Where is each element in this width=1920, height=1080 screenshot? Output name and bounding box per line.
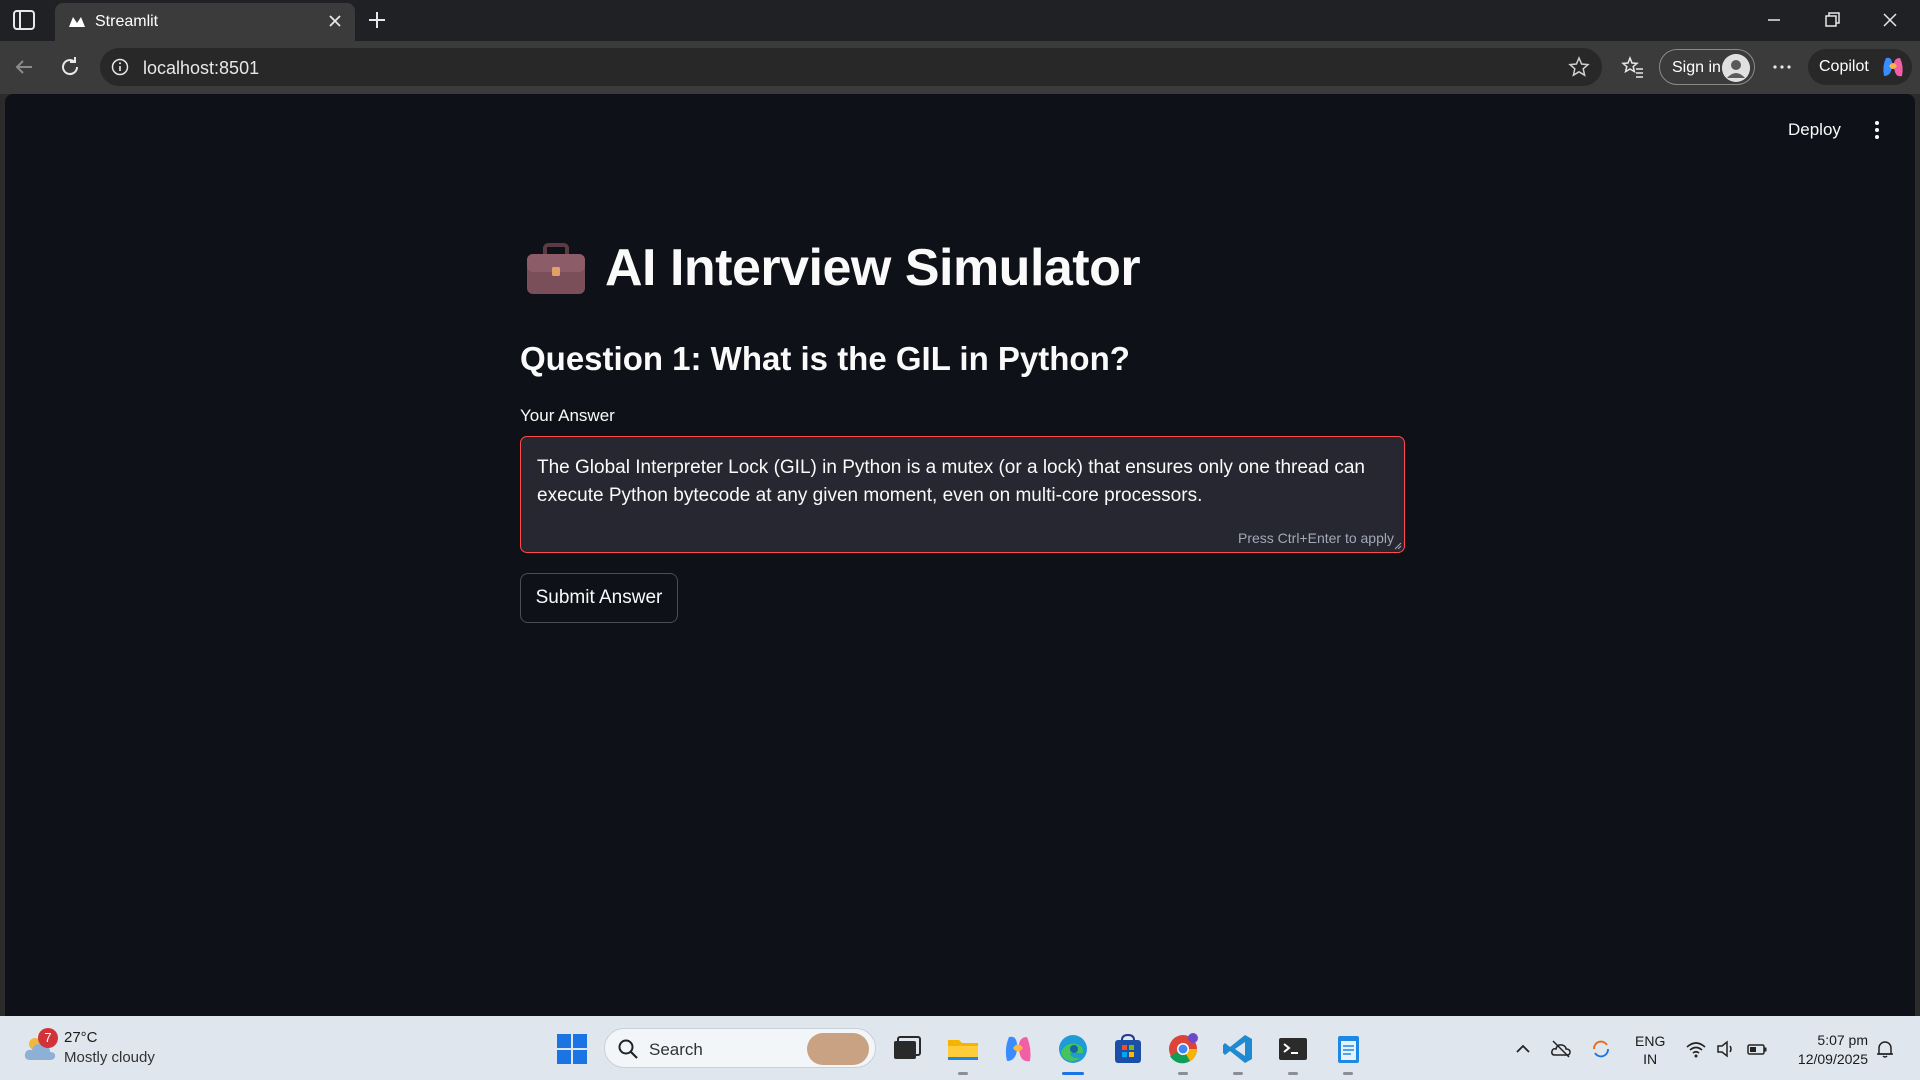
- more-options-icon[interactable]: [1770, 55, 1794, 79]
- favorites-icon[interactable]: [1621, 55, 1645, 79]
- weather-description: Mostly cloudy: [64, 1049, 155, 1066]
- briefcase-icon: [527, 243, 585, 294]
- answer-text: The Global Interpreter Lock (GIL) in Pyt…: [537, 457, 1365, 506]
- site-info-icon[interactable]: [111, 58, 129, 76]
- edge-browser-icon[interactable]: [1056, 1032, 1090, 1066]
- sign-in-button[interactable]: Sign in: [1659, 49, 1755, 85]
- chrome-icon[interactable]: [1166, 1032, 1200, 1066]
- browser-tab[interactable]: Streamlit: [55, 3, 355, 41]
- search-label: Search: [649, 1040, 703, 1059]
- restore-icon[interactable]: [1822, 10, 1842, 30]
- app-running-indicator: [1178, 1072, 1188, 1075]
- deploy-button[interactable]: Deploy: [1788, 120, 1841, 140]
- battery-icon[interactable]: [1746, 1038, 1768, 1060]
- show-hidden-icons-chevron-icon[interactable]: [1512, 1038, 1534, 1060]
- browser-tabstrip: Streamlit: [0, 0, 1920, 41]
- profile-avatar-icon: [1722, 54, 1750, 82]
- copilot-button[interactable]: Copilot: [1808, 49, 1912, 85]
- clock-time: 5:07 pm: [1817, 1032, 1868, 1048]
- address-bar[interactable]: localhost:8501: [100, 48, 1602, 86]
- minimize-icon[interactable]: [1764, 10, 1784, 30]
- windows-start-icon[interactable]: [556, 1033, 588, 1065]
- answer-hint: Press Ctrl+Enter to apply: [1237, 530, 1394, 546]
- app-running-indicator: [1288, 1072, 1298, 1075]
- app-active-indicator: [1062, 1072, 1084, 1075]
- url-text: localhost:8501: [143, 58, 260, 78]
- submit-answer-button[interactable]: Submit Answer: [520, 573, 678, 623]
- back-icon[interactable]: [12, 55, 36, 79]
- language-code: ENG: [1635, 1033, 1666, 1049]
- copilot-label: Copilot: [1819, 58, 1869, 75]
- wifi-icon[interactable]: [1685, 1038, 1707, 1060]
- app-running-indicator: [958, 1072, 968, 1075]
- answer-label: Your Answer: [520, 406, 615, 425]
- taskbar-search-box[interactable]: Search: [604, 1028, 876, 1068]
- close-window-icon[interactable]: [1880, 10, 1900, 30]
- copilot-logo-icon: [1883, 57, 1903, 77]
- task-view-icon[interactable]: [889, 1032, 923, 1066]
- tab-title: Streamlit: [95, 13, 159, 30]
- search-icon: [618, 1039, 638, 1059]
- notepad-icon[interactable]: [1331, 1032, 1365, 1066]
- vscode-icon[interactable]: [1221, 1032, 1255, 1066]
- copilot-app-icon[interactable]: [1001, 1032, 1035, 1066]
- resize-handle-icon[interactable]: [1394, 542, 1402, 550]
- app-running-indicator: [1343, 1072, 1353, 1075]
- volume-icon[interactable]: [1715, 1038, 1737, 1060]
- search-highlight-image: [807, 1033, 869, 1065]
- streamlit-favicon-icon: [69, 17, 85, 27]
- notifications-icon[interactable]: [1874, 1038, 1896, 1060]
- microsoft-store-icon[interactable]: [1111, 1032, 1145, 1066]
- streamlit-app: Deploy AI Interview Simulator Question 1…: [5, 94, 1915, 1016]
- sync-icon[interactable]: [1590, 1038, 1612, 1060]
- windows-taskbar: 7 27°C Mostly cloudy Search ENG IN 5:07 …: [0, 1016, 1920, 1080]
- new-tab-icon[interactable]: [365, 8, 389, 32]
- favorite-star-icon[interactable]: [1568, 56, 1590, 78]
- file-explorer-icon[interactable]: [946, 1032, 980, 1066]
- app-running-indicator: [1233, 1072, 1243, 1075]
- language-indicator[interactable]: ENG IN: [1635, 1032, 1665, 1068]
- close-tab-icon[interactable]: [325, 11, 345, 31]
- page-title-text: AI Interview Simulator: [605, 239, 1141, 297]
- question-heading: Question 1: What is the GIL in Python?: [520, 340, 1130, 377]
- onedrive-offline-icon[interactable]: [1550, 1038, 1572, 1060]
- app-menu-icon[interactable]: [1867, 118, 1887, 142]
- window-controls: [1750, 0, 1920, 41]
- weather-alert-badge: 7: [38, 1028, 58, 1048]
- reload-icon[interactable]: [58, 55, 82, 79]
- tab-actions-icon[interactable]: [12, 9, 36, 31]
- region-code: IN: [1643, 1051, 1658, 1067]
- sign-in-label: Sign in: [1672, 59, 1721, 76]
- browser-toolbar: localhost:8501 Sign in Copilot: [0, 41, 1920, 94]
- answer-textarea[interactable]: The Global Interpreter Lock (GIL) in Pyt…: [520, 436, 1405, 553]
- terminal-icon[interactable]: [1276, 1032, 1310, 1066]
- weather-temperature: 27°C: [64, 1029, 98, 1046]
- clock-date: 12/09/2025: [1797, 1051, 1868, 1067]
- system-clock[interactable]: 5:07 pm 12/09/2025: [1788, 1031, 1868, 1069]
